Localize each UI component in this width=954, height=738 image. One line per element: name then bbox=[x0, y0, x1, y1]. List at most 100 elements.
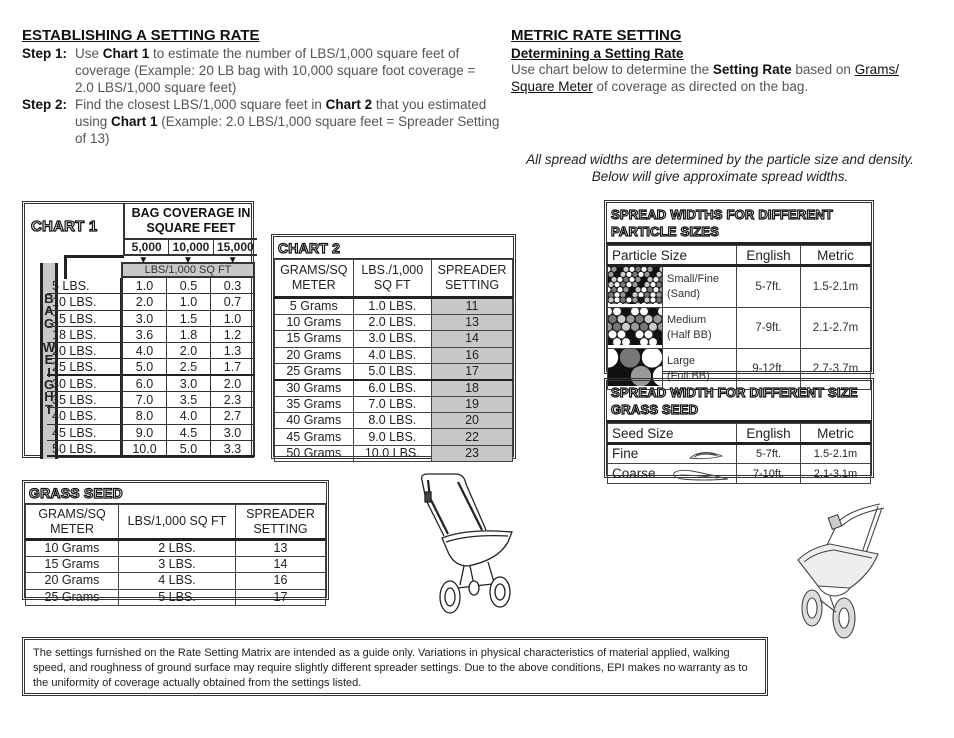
spread-width-seed-chart: SPREAD WIDTH FOR DIFFERENT SIZE GRASS SE… bbox=[604, 378, 874, 484]
table-row: 25 Grams 5 LBS. 17 bbox=[25, 588, 326, 606]
column-header: SPREADER SETTING bbox=[431, 259, 513, 299]
metric-value: 1.5-2.1m bbox=[800, 265, 871, 308]
table-row: 30 Grams 6.0 LBS. 18 bbox=[274, 379, 513, 397]
column-header: GRAMS/SQ METER bbox=[274, 259, 354, 299]
table-cell: 7.0 LBS. bbox=[352, 395, 433, 414]
particle-size-sub: (Half BB) bbox=[667, 329, 712, 341]
metric-value: 1.5-2.1m bbox=[800, 443, 871, 464]
disclaimer: The settings furnished on the Rate Setti… bbox=[22, 637, 768, 696]
particle-size-name: Small/Fine bbox=[667, 273, 719, 285]
spread-seed-title: SPREAD WIDTH FOR DIFFERENT SIZE GRASS SE… bbox=[610, 384, 858, 417]
seed-size-cell: Coarse bbox=[607, 463, 737, 484]
table-row: 45 Grams 9.0 LBS. 22 bbox=[274, 428, 513, 446]
table-row: 35 Grams 7.0 LBS. 19 bbox=[274, 395, 513, 414]
table-row: 6.0 3.0 2.0 bbox=[121, 375, 255, 393]
table-row: 5 Grams 1.0 LBS. 11 bbox=[274, 297, 513, 315]
divider bbox=[64, 255, 67, 279]
chart-1-ref: Chart 1 bbox=[102, 46, 150, 61]
particle-size-name: Medium bbox=[667, 314, 707, 326]
table-cell: 5 Grams bbox=[274, 297, 354, 315]
value-cell: 1.0 bbox=[211, 310, 255, 326]
step-1-label: Step 1: bbox=[22, 46, 68, 61]
english-value: 7-10ft. bbox=[736, 463, 801, 484]
broadcast-spreader-image bbox=[797, 503, 885, 639]
coverage-value: 5,000 bbox=[125, 240, 170, 255]
table-cell: 40 Grams bbox=[274, 412, 354, 430]
table-cell: 10.0 LBS. bbox=[352, 444, 433, 463]
column-header: LBS./1,000 SQ FT bbox=[352, 259, 433, 299]
metric-value: 2.1-2.7m bbox=[800, 307, 871, 349]
table-cell: 10 Grams bbox=[25, 539, 119, 557]
spread-particles-table: Particle Size English Metric Small/Fine (San… bbox=[597, 245, 871, 390]
value-cell: 2.0 bbox=[211, 375, 255, 392]
particle-size-name: Large bbox=[667, 355, 696, 367]
table-cell: 5.0 LBS. bbox=[352, 362, 433, 381]
table-cell: 50 Grams bbox=[274, 444, 354, 463]
setting-rate-ref: Setting Rate bbox=[712, 62, 792, 77]
value-cell: 2.7 bbox=[211, 408, 255, 424]
table-cell: 8.0 LBS. bbox=[352, 412, 433, 430]
value-cell: 3.3 bbox=[211, 440, 255, 456]
value-cell: 1.5 bbox=[167, 310, 211, 326]
table-row: Coarse 7-10ft. 2.1-3.1m bbox=[607, 463, 871, 484]
column-header: Seed Size bbox=[607, 423, 737, 445]
value-cell: 4.5 bbox=[167, 424, 211, 440]
value-cell: 2.0 bbox=[123, 294, 167, 310]
medium-particles-icon bbox=[603, 306, 667, 347]
column-header: English bbox=[736, 423, 801, 445]
push-spreader-image bbox=[420, 473, 513, 614]
bag-weight-cell: 10 LBS. bbox=[47, 294, 123, 311]
spread-seed-table: Seed Size English Metric Fine 5-7ft. 1.5-2.1m… bbox=[607, 423, 871, 484]
value-cell: 2.3 bbox=[211, 392, 255, 408]
step-1-text: Use bbox=[75, 46, 103, 61]
step-2: Step 2: Find the closest LBS/1,000 squar… bbox=[22, 96, 502, 147]
coverage-columns: 5,000 10,000 15,000 bbox=[125, 238, 257, 255]
value-cell: 0.3 bbox=[211, 278, 255, 294]
bag-weight-cell: 15 LBS. bbox=[47, 310, 123, 327]
value-cell: 3.5 bbox=[167, 392, 211, 408]
table-cell: 2.0 LBS. bbox=[352, 313, 433, 332]
table-row: 10 Grams 2 LBS. 13 bbox=[25, 539, 326, 557]
table-cell: 25 Grams bbox=[25, 588, 119, 606]
column-header: LBS/1,000 SQ FT bbox=[118, 504, 236, 541]
chart-1-ref: Chart 1 bbox=[111, 114, 158, 129]
table-row: 10.0 5.0 3.3 bbox=[121, 440, 255, 458]
value-cell: 9.0 bbox=[123, 424, 167, 440]
chart-1: CHART 1 BAG COVERAGE IN SQUARE FEET 5,00… bbox=[22, 201, 257, 459]
seed-size-name: Coarse bbox=[612, 465, 656, 481]
table-cell: 16 bbox=[235, 572, 326, 590]
particle-size-cell: Small/Fine (Sand) bbox=[662, 265, 737, 308]
bag-weight-cell: 30 LBS. bbox=[47, 375, 123, 393]
table-row: Small/Fine (Sand) 5-7ft. 1.5-2.1m bbox=[604, 265, 871, 309]
value-cell: 1.7 bbox=[211, 359, 255, 374]
column-header: GRAMS/SQ METER bbox=[25, 504, 119, 541]
table-cell: 13 bbox=[431, 313, 513, 332]
chart-2-ref: Chart 2 bbox=[325, 97, 373, 112]
particle-size-sub: (Sand) bbox=[667, 288, 701, 300]
step-2-text: Find the closest LBS/1,000 square feet i… bbox=[75, 97, 326, 112]
bag-weight-cell: 35 LBS. bbox=[47, 392, 123, 409]
value-cell: 10.0 bbox=[123, 440, 167, 456]
value-cell: 6.0 bbox=[123, 375, 167, 392]
table-row: 7.0 3.5 2.3 bbox=[121, 392, 255, 409]
table-row: 5.0 2.5 1.7 bbox=[121, 359, 255, 376]
bag-weight-cell: 45 LBS. bbox=[47, 424, 123, 441]
table-cell: 17 bbox=[235, 588, 326, 606]
table-cell: 5 LBS. bbox=[118, 588, 236, 606]
value-cell: 1.2 bbox=[211, 326, 255, 343]
value-cell: 1.0 bbox=[167, 294, 211, 310]
table-cell: 10 Grams bbox=[274, 313, 354, 332]
metric-subtitle: Determining a Setting Rate bbox=[511, 46, 684, 61]
table-cell: 25 Grams bbox=[274, 362, 354, 381]
table-cell: 35 Grams bbox=[274, 395, 354, 414]
table-cell: 14 bbox=[235, 555, 326, 574]
table-cell: 3 LBS. bbox=[118, 555, 236, 574]
table-row: 2.0 1.0 0.7 bbox=[121, 294, 255, 311]
column-header: Metric bbox=[800, 423, 871, 445]
table-row: Fine 5-7ft. 1.5-2.1m bbox=[607, 443, 871, 464]
table-cell: 23 bbox=[431, 444, 513, 463]
value-cell: 1.3 bbox=[211, 343, 255, 359]
header-row: Seed Size English Metric bbox=[607, 423, 871, 445]
table-cell: 11 bbox=[431, 297, 513, 315]
value-cell: 1.8 bbox=[167, 326, 211, 343]
